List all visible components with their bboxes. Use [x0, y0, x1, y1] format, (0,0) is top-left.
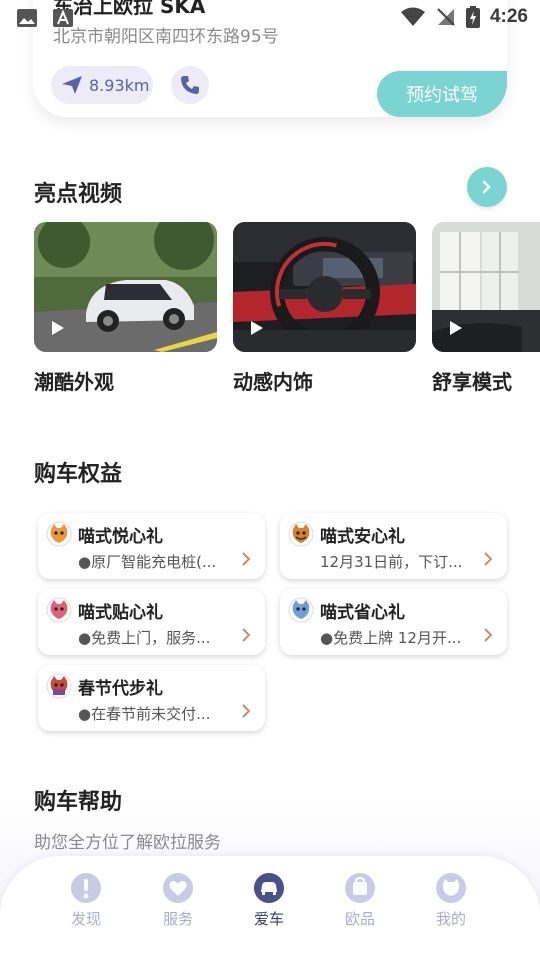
- cat-mascot-icon: [46, 597, 72, 623]
- video-label: 动感内饰: [233, 370, 313, 394]
- nav-label: 欧品: [344, 910, 375, 928]
- video-label: 舒享模式: [432, 370, 512, 394]
- image-icon: [17, 9, 37, 27]
- chevron-right-icon: [242, 704, 251, 718]
- highlight-videos-title: 亮点视频: [34, 182, 123, 207]
- benefit-desc: ●免费上门，服务...: [78, 629, 211, 647]
- benefit-desc: ●免费上牌 12月开...: [320, 629, 462, 647]
- video-thumbnail[interactable]: [432, 222, 540, 352]
- benefit-desc: 12月31日前，下订...: [320, 553, 463, 571]
- navigation-icon: [62, 76, 82, 94]
- battery-icon: [465, 6, 480, 28]
- play-icon: [450, 321, 462, 335]
- benefit-card[interactable]: 喵式安心礼 12月31日前，下订...: [280, 513, 507, 579]
- benefit-card[interactable]: 喵式悦心礼 ●原厂智能充电桩(...: [38, 513, 265, 579]
- nav-label: 我的: [435, 910, 466, 928]
- video-card[interactable]: 动感内饰: [233, 222, 416, 395]
- service-icon: [163, 873, 193, 903]
- nav-label: 服务: [162, 910, 193, 928]
- benefit-desc: ●原厂智能充电桩(...: [78, 553, 217, 571]
- status-bar: 4:26: [0, 0, 540, 36]
- nav-item-discover[interactable]: 发现: [56, 872, 116, 929]
- benefit-title: 喵式安心礼: [320, 527, 405, 547]
- video-label: 潮酷外观: [34, 370, 114, 394]
- cat-mascot-icon: [46, 673, 72, 699]
- cat-mascot-icon: [288, 597, 314, 623]
- shop-icon: [345, 873, 375, 903]
- chevron-right-icon: [482, 180, 491, 194]
- profile-icon: [436, 873, 466, 903]
- benefit-desc: ●在春节前未交付...: [78, 705, 211, 723]
- video-thumbnail[interactable]: [233, 222, 416, 352]
- cat-mascot-icon: [46, 521, 72, 547]
- help-subtitle: 助您全方位了解欧拉服务: [34, 833, 221, 853]
- video-card[interactable]: 潮酷外观: [34, 222, 217, 395]
- benefit-title: 春节代步礼: [78, 679, 163, 699]
- chevron-right-icon: [484, 552, 493, 566]
- nav-item-service[interactable]: 服务: [148, 872, 208, 929]
- distance-text: 8.93km: [89, 75, 150, 95]
- font-a-icon: [53, 9, 73, 27]
- call-button[interactable]: [171, 66, 209, 104]
- wifi-icon: [400, 7, 425, 26]
- test-drive-button[interactable]: 预约试驾: [377, 71, 507, 117]
- benefits-title: 购车权益: [34, 462, 123, 487]
- distance-button[interactable]: 8.93km: [51, 66, 153, 104]
- video-carousel[interactable]: 潮酷外观 动感内饰 舒享模式: [34, 222, 540, 402]
- no-signal-icon: [437, 8, 455, 26]
- nav-label: 爱车: [253, 910, 284, 928]
- nav-item-car[interactable]: 爱车: [239, 872, 299, 929]
- clock: 4:26: [489, 6, 528, 27]
- nav-item-profile[interactable]: 我的: [421, 872, 481, 929]
- video-thumbnail[interactable]: [34, 222, 217, 352]
- play-icon: [251, 321, 263, 335]
- benefit-card[interactable]: 春节代步礼 ●在春节前未交付...: [38, 665, 265, 731]
- help-title: 购车帮助: [34, 790, 123, 815]
- benefit-title: 喵式省心礼: [320, 603, 405, 623]
- video-card[interactable]: 舒享模式: [432, 222, 540, 395]
- videos-more-button[interactable]: [467, 167, 507, 207]
- chevron-right-icon: [484, 628, 493, 642]
- nav-item-shop[interactable]: 欧品: [330, 872, 390, 929]
- benefit-card[interactable]: 喵式贴心礼 ●免费上门，服务...: [38, 589, 265, 655]
- play-icon: [52, 321, 64, 335]
- bottom-nav: 发现 服务 爱车 欧品 我的: [0, 856, 540, 960]
- cat-mascot-icon: [288, 521, 314, 547]
- chevron-right-icon: [242, 552, 251, 566]
- discover-icon: [71, 873, 101, 903]
- benefit-title: 喵式贴心礼: [78, 603, 163, 623]
- nav-label: 发现: [70, 910, 101, 928]
- benefit-card[interactable]: 喵式省心礼 ●免费上牌 12月开...: [280, 589, 507, 655]
- benefit-title: 喵式悦心礼: [78, 527, 163, 547]
- car-icon: [254, 873, 284, 903]
- chevron-right-icon: [242, 628, 251, 642]
- phone-icon: [181, 76, 199, 94]
